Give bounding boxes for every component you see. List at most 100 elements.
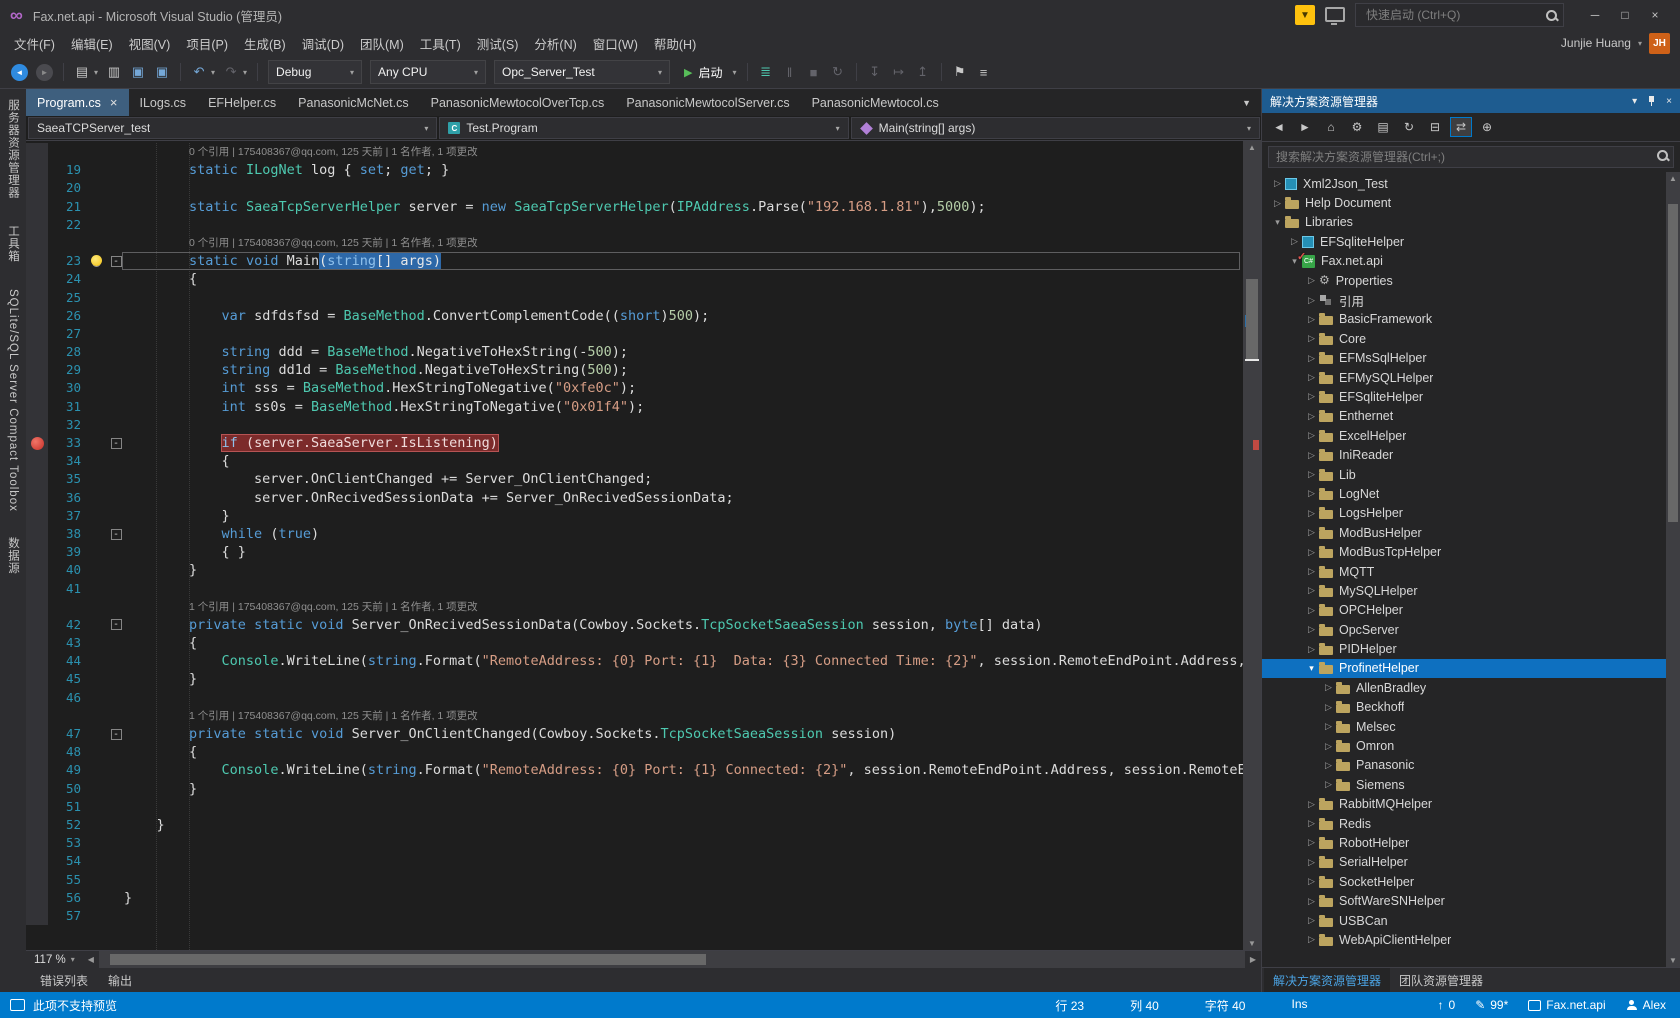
chevron-collapsed-icon[interactable]: ▷ (1304, 469, 1319, 480)
type-dropdown[interactable]: C Test.Program ▾ (439, 117, 848, 139)
chevron-collapsed-icon[interactable]: ▷ (1304, 915, 1319, 926)
save-all-icon[interactable]: ▣ (151, 61, 173, 83)
menu-item-生成(B)[interactable]: 生成(B) (236, 30, 294, 57)
codelens-text[interactable]: 1 个引用 | 175408367@qq.com, 125 天前 | 1 名作者… (124, 707, 1243, 725)
tree-item-Libraries[interactable]: ▾Libraries (1262, 213, 1680, 232)
break-all-icon[interactable]: ‖ (779, 61, 801, 83)
glyph-margin[interactable] (26, 143, 48, 161)
stop-debugging-icon[interactable]: ■ (803, 61, 825, 83)
commits-ahead[interactable]: ↑0 (1438, 998, 1456, 1012)
scrollbar-thumb[interactable] (1668, 204, 1678, 522)
tree-item-LogsHelper[interactable]: ▷LogsHelper (1262, 504, 1680, 523)
tree-item-Redis[interactable]: ▷Redis (1262, 814, 1680, 833)
quick-launch-input[interactable] (1364, 7, 1544, 23)
glyph-margin[interactable] (26, 889, 48, 907)
glyph-margin[interactable] (26, 379, 48, 397)
member-dropdown[interactable]: Main(string[] args) ▾ (851, 117, 1260, 139)
glyph-margin[interactable] (26, 543, 48, 561)
chevron-expanded-icon[interactable]: ▾ (1304, 663, 1319, 674)
repository-name[interactable]: Fax.net.api (1528, 998, 1605, 1012)
chevron-collapsed-icon[interactable]: ▷ (1321, 741, 1336, 752)
attach-to-process-icon[interactable]: ≣ (755, 61, 777, 83)
maximize-button[interactable]: □ (1610, 2, 1640, 28)
se-collapse-all-icon[interactable]: ⊟ (1424, 117, 1446, 137)
platform-dropdown[interactable]: Any CPU▾ (370, 60, 486, 84)
panel-tab-解决方案资源管理器[interactable]: 解决方案资源管理器 (1264, 968, 1390, 992)
tree-item-Siemens[interactable]: ▷Siemens (1262, 775, 1680, 794)
scroll-down-icon[interactable]: ▼ (1243, 939, 1261, 948)
chevron-down-icon[interactable]: ▾ (733, 68, 737, 77)
line-annotations-icon[interactable]: ≡ (973, 61, 995, 83)
chevron-collapsed-icon[interactable]: ▷ (1304, 857, 1319, 868)
scrollbar-thumb[interactable] (1246, 279, 1258, 360)
glyph-margin[interactable] (26, 343, 48, 361)
tree-item-Lib[interactable]: ▷Lib (1262, 465, 1680, 484)
tree-item-MySQLHelper[interactable]: ▷MySQLHelper (1262, 581, 1680, 600)
navigate-forward-icon[interactable]: ► (36, 64, 53, 81)
glyph-margin[interactable] (26, 761, 48, 779)
panel-tab-团队资源管理器[interactable]: 团队资源管理器 (1390, 968, 1492, 992)
menu-item-文件(F)[interactable]: 文件(F) (6, 30, 63, 57)
glyph-margin[interactable] (26, 179, 48, 197)
notifications-icon[interactable]: ▼ (1295, 5, 1315, 25)
avatar[interactable]: JH (1649, 33, 1670, 54)
glyph-margin[interactable] (26, 561, 48, 579)
tree-item-ExcelHelper[interactable]: ▷ExcelHelper (1262, 426, 1680, 445)
editor-vertical-scrollbar[interactable]: ▲ ▼ (1243, 141, 1261, 950)
close-button[interactable]: × (1640, 2, 1670, 28)
glyph-margin[interactable] (26, 361, 48, 379)
chevron-collapsed-icon[interactable]: ▷ (1304, 391, 1319, 402)
menu-item-分析(N)[interactable]: 分析(N) (526, 30, 584, 57)
codelens-text[interactable]: 1 个引用 | 175408367@qq.com, 125 天前 | 1 名作者… (124, 598, 1243, 616)
undo-icon[interactable]: ↶ (188, 61, 210, 83)
glyph-margin[interactable] (26, 634, 48, 652)
collapse-region-icon[interactable]: - (111, 529, 122, 540)
glyph-margin[interactable] (26, 598, 48, 616)
menu-item-视图(V)[interactable]: 视图(V) (121, 30, 179, 57)
tree-item-Xml2Json_Test[interactable]: ▷Xml2Json_Test (1262, 174, 1680, 193)
chevron-collapsed-icon[interactable]: ▷ (1304, 876, 1319, 887)
glyph-margin[interactable] (26, 852, 48, 870)
glyph-margin[interactable] (26, 507, 48, 525)
close-icon[interactable]: × (1666, 96, 1672, 107)
tree-item-ModBusTcpHelper[interactable]: ▷ModBusTcpHelper (1262, 542, 1680, 561)
glyph-margin[interactable] (26, 416, 48, 434)
chevron-collapsed-icon[interactable]: ▷ (1304, 333, 1319, 344)
tree-item-SoftWareSNHelper[interactable]: ▷SoftWareSNHelper (1262, 891, 1680, 910)
tree-item-RabbitMQHelper[interactable]: ▷RabbitMQHelper (1262, 795, 1680, 814)
tree-item-LogNet[interactable]: ▷LogNet (1262, 484, 1680, 503)
chevron-down-icon[interactable]: ▾ (243, 68, 247, 77)
glyph-margin[interactable] (26, 198, 48, 216)
glyph-margin[interactable] (26, 780, 48, 798)
chevron-collapsed-icon[interactable]: ▷ (1304, 896, 1319, 907)
uncommitted-changes[interactable]: ✎99* (1475, 998, 1508, 1012)
tab-close-icon[interactable]: × (110, 95, 118, 110)
glyph-margin[interactable] (26, 816, 48, 834)
glyph-margin[interactable] (26, 234, 48, 252)
tree-item-EFMsSqlHelper[interactable]: ▷EFMsSqlHelper (1262, 349, 1680, 368)
tree-item-OPCHelper[interactable]: ▷OPCHelper (1262, 601, 1680, 620)
bookmark-icon[interactable]: ⚑ (949, 61, 971, 83)
tree-item-Beckhoff[interactable]: ▷Beckhoff (1262, 698, 1680, 717)
feedback-icon[interactable] (1325, 7, 1345, 22)
glyph-margin[interactable] (26, 670, 48, 688)
glyph-margin[interactable] (26, 470, 48, 488)
glyph-margin[interactable] (26, 743, 48, 761)
new-file-icon[interactable]: ▤ (71, 61, 93, 83)
chevron-collapsed-icon[interactable]: ▷ (1304, 837, 1319, 848)
window-position-icon[interactable]: ▾ (1632, 96, 1637, 107)
restart-icon[interactable]: ↻ (827, 61, 849, 83)
chevron-collapsed-icon[interactable]: ▷ (1270, 178, 1285, 189)
glyph-margin[interactable] (26, 652, 48, 670)
tab-Program.cs[interactable]: Program.cs× (26, 89, 129, 116)
chevron-down-icon[interactable]: ▾ (1638, 39, 1642, 48)
breakpoint-icon[interactable] (31, 437, 44, 450)
tab-EFHelper.cs[interactable]: EFHelper.cs (197, 89, 287, 116)
glyph-margin[interactable] (26, 289, 48, 307)
chevron-collapsed-icon[interactable]: ▷ (1304, 818, 1319, 829)
tree-item-USBCan[interactable]: ▷USBCan (1262, 911, 1680, 930)
glyph-margin[interactable] (26, 307, 48, 325)
navigate-backward-icon[interactable]: ◄ (11, 64, 28, 81)
tree-item-Help Document[interactable]: ▷Help Document (1262, 193, 1680, 212)
step-over-icon[interactable]: ↦ (888, 61, 910, 83)
